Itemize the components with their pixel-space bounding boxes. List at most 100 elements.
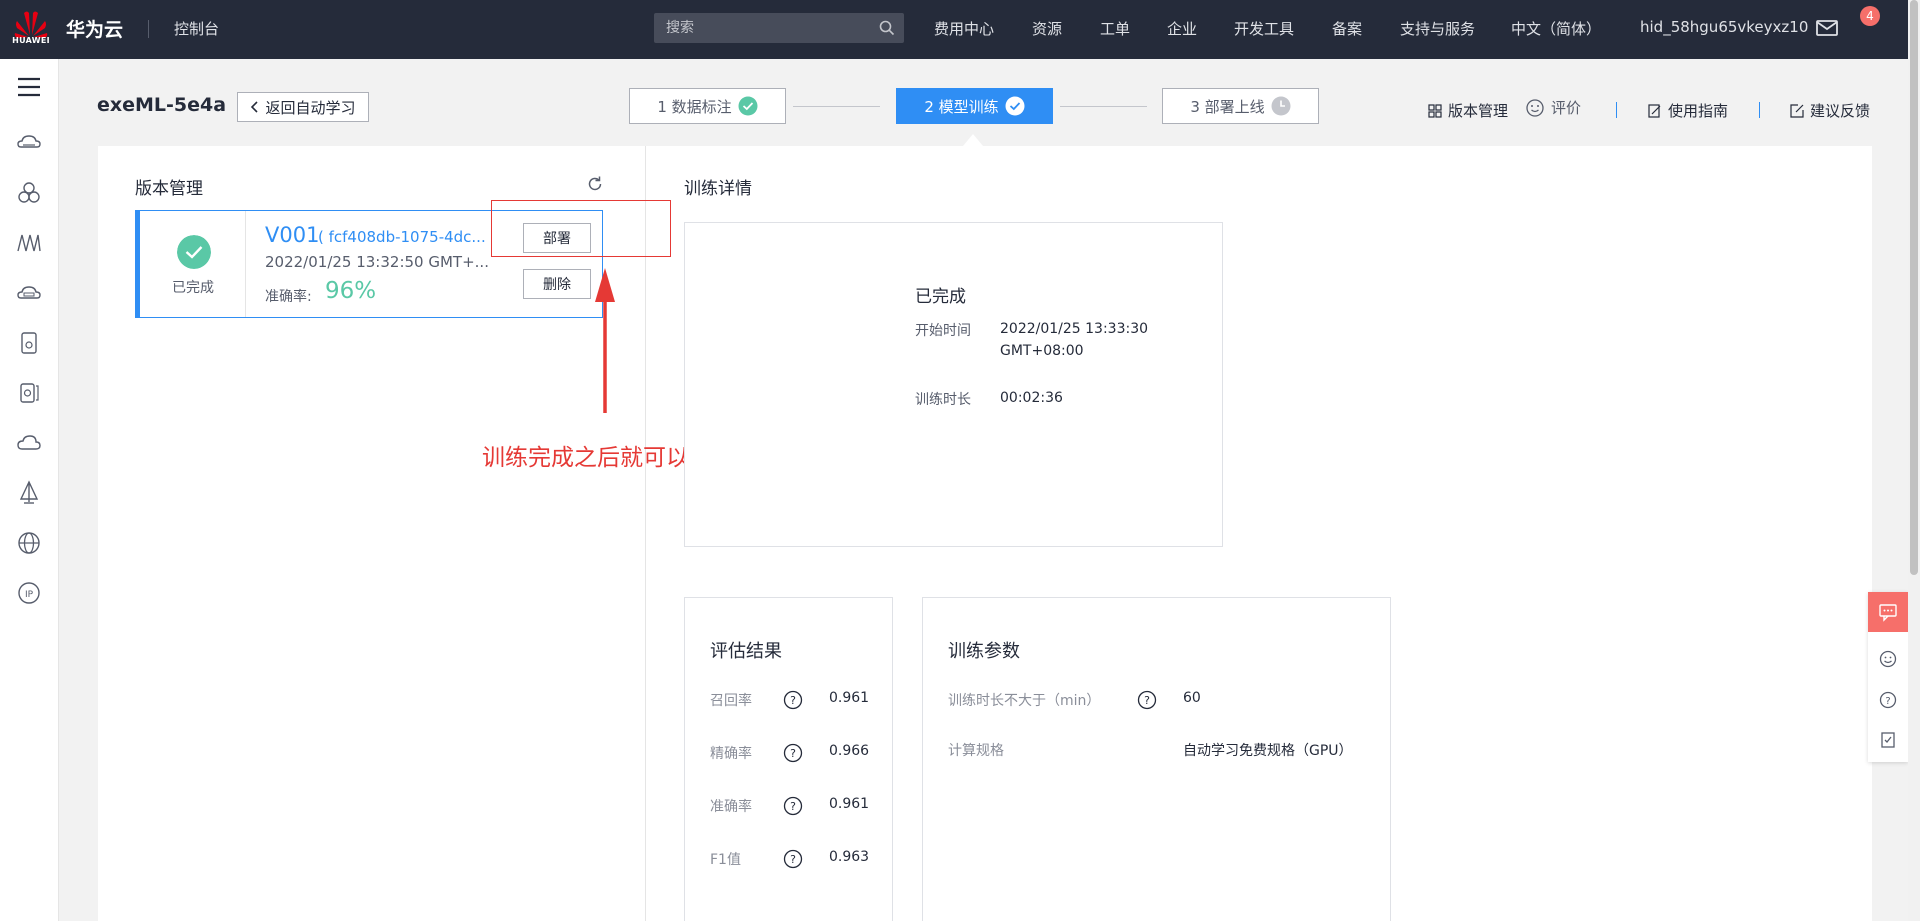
step-label: 1 数据标注	[657, 97, 732, 116]
f1-value: 0.963	[829, 849, 870, 865]
web-icon[interactable]	[15, 529, 43, 557]
scroll-thumb[interactable]	[1910, 0, 1918, 575]
training-detail-title: 训练详情	[684, 179, 752, 199]
svg-text:?: ?	[1144, 694, 1150, 707]
feedback-label: 建议反馈	[1810, 102, 1871, 120]
network-icon[interactable]	[15, 179, 43, 207]
step-data-labeling[interactable]: 1 数据标注	[629, 88, 786, 124]
accuracy-value: 96%	[325, 278, 377, 304]
survey-icon[interactable]	[1878, 730, 1898, 750]
divider	[1759, 102, 1760, 118]
back-to-automl-button[interactable]: 返回自动学习	[237, 92, 369, 122]
chat-button[interactable]	[1868, 592, 1908, 632]
help-icon[interactable]: ?	[783, 849, 803, 869]
step-label: 2 模型训练	[924, 97, 999, 116]
step-model-training[interactable]: 2 模型训练	[896, 88, 1053, 124]
nav-dev-tools[interactable]: 开发工具	[1234, 18, 1294, 39]
rate-link[interactable]: 评价	[1525, 97, 1581, 118]
refresh-icon[interactable]	[586, 175, 604, 193]
console-link[interactable]: 控制台	[174, 18, 219, 39]
divider	[1616, 102, 1617, 118]
svg-text:?: ?	[790, 853, 796, 866]
search-icon[interactable]	[878, 19, 896, 37]
nav-billing[interactable]: 费用中心	[934, 18, 994, 39]
nav-user-account[interactable]: hid_58hgu65vkeyxz10	[1640, 18, 1808, 36]
service-icon[interactable]	[1878, 649, 1898, 669]
svg-text:?: ?	[790, 747, 796, 760]
version-name[interactable]: V001	[265, 223, 319, 247]
mail-icon[interactable]	[1815, 17, 1839, 39]
duration-value: 00:02:36	[1000, 390, 1063, 406]
compute-spec-value: 自动学习免费规格（GPU）	[1183, 743, 1353, 759]
highlight-box	[491, 200, 671, 257]
step-connector	[1060, 106, 1147, 107]
help-icon[interactable]: ?	[783, 743, 803, 763]
modelarts-icon[interactable]	[15, 479, 43, 507]
chevron-left-icon	[251, 101, 259, 113]
notification-badge: 4	[1860, 6, 1880, 26]
search-box	[654, 13, 904, 43]
version-management-title: 版本管理	[135, 179, 203, 199]
step-connector	[793, 106, 880, 107]
document-icon[interactable]	[15, 329, 43, 357]
cloud-icon[interactable]	[15, 429, 43, 457]
floating-toolbar: ?	[1868, 592, 1908, 762]
cloud-service-icon[interactable]	[15, 129, 43, 157]
f1-label: F1值	[710, 852, 741, 868]
recall-label: 召回率	[710, 693, 752, 709]
precision-label: 精确率	[710, 746, 752, 762]
brand-name[interactable]: 华为云	[66, 15, 123, 42]
start-time-line2: GMT+08:00	[1000, 343, 1084, 359]
edit-doc-icon	[1648, 103, 1661, 118]
version-status: 已完成	[140, 211, 246, 317]
version-created-time: 2022/01/25 13:32:50 GMT+...	[265, 253, 489, 271]
max-time-label: 训练时长不大于（min）	[948, 693, 1101, 709]
data-analytics-icon[interactable]	[15, 229, 43, 257]
accuracy-metric-label: 准确率	[710, 799, 752, 815]
grid-icon	[1428, 103, 1442, 118]
step-deploy[interactable]: 3 部署上线	[1162, 88, 1319, 124]
check-circle-icon	[177, 235, 211, 269]
database-icon[interactable]	[15, 379, 43, 407]
help-icon[interactable]: ?	[783, 796, 803, 816]
start-time-label: 开始时间	[915, 323, 971, 339]
nav-language[interactable]: 中文（简体）	[1511, 18, 1601, 39]
column-divider	[645, 146, 646, 921]
training-detail-box	[684, 222, 1223, 547]
nav-resources[interactable]: 资源	[1032, 18, 1062, 39]
logo-text: HUAWEI	[12, 36, 50, 45]
user-guide-link[interactable]: 使用指南	[1648, 100, 1728, 121]
svg-text:?: ?	[1885, 696, 1890, 707]
max-time-value: 60	[1183, 690, 1201, 706]
nav-filing[interactable]: 备案	[1332, 18, 1362, 39]
smile-icon	[1526, 98, 1544, 117]
help-icon[interactable]: ?	[1137, 690, 1157, 710]
top-bar: HUAWEI 华为云 控制台 费用中心 资源 工单 企业 开发工具 备案 支持与…	[0, 0, 1920, 59]
training-params-title: 训练参数	[948, 641, 1020, 662]
training-status: 已完成	[915, 287, 966, 307]
precision-value: 0.966	[829, 743, 870, 759]
clock-icon	[1271, 96, 1291, 116]
delete-button[interactable]: 删除	[523, 269, 591, 299]
ip-icon[interactable]: IP	[15, 579, 43, 607]
search-input[interactable]	[666, 18, 866, 38]
nav-support[interactable]: 支持与服务	[1400, 18, 1475, 39]
page-scrollbar[interactable]	[1908, 0, 1920, 921]
nav-enterprise[interactable]: 企业	[1167, 18, 1197, 39]
help-circle-icon[interactable]: ?	[1878, 690, 1898, 710]
divider	[148, 20, 149, 38]
svg-text:?: ?	[790, 694, 796, 707]
help-icon[interactable]: ?	[783, 690, 803, 710]
user-guide-label: 使用指南	[1668, 102, 1729, 120]
menu-icon[interactable]	[15, 73, 43, 101]
svg-text:IP: IP	[25, 590, 34, 600]
compute-spec-label: 计算规格	[948, 743, 1004, 759]
recall-value: 0.961	[829, 690, 870, 706]
duration-label: 训练时长	[915, 392, 971, 408]
storage-icon[interactable]	[15, 279, 43, 307]
accuracy-metric-value: 0.961	[829, 796, 870, 812]
version-management-link[interactable]: 版本管理	[1428, 100, 1508, 121]
feedback-link[interactable]: 建议反馈	[1790, 100, 1870, 121]
accuracy-label: 准确率:	[265, 289, 312, 305]
nav-tickets[interactable]: 工单	[1100, 18, 1130, 39]
